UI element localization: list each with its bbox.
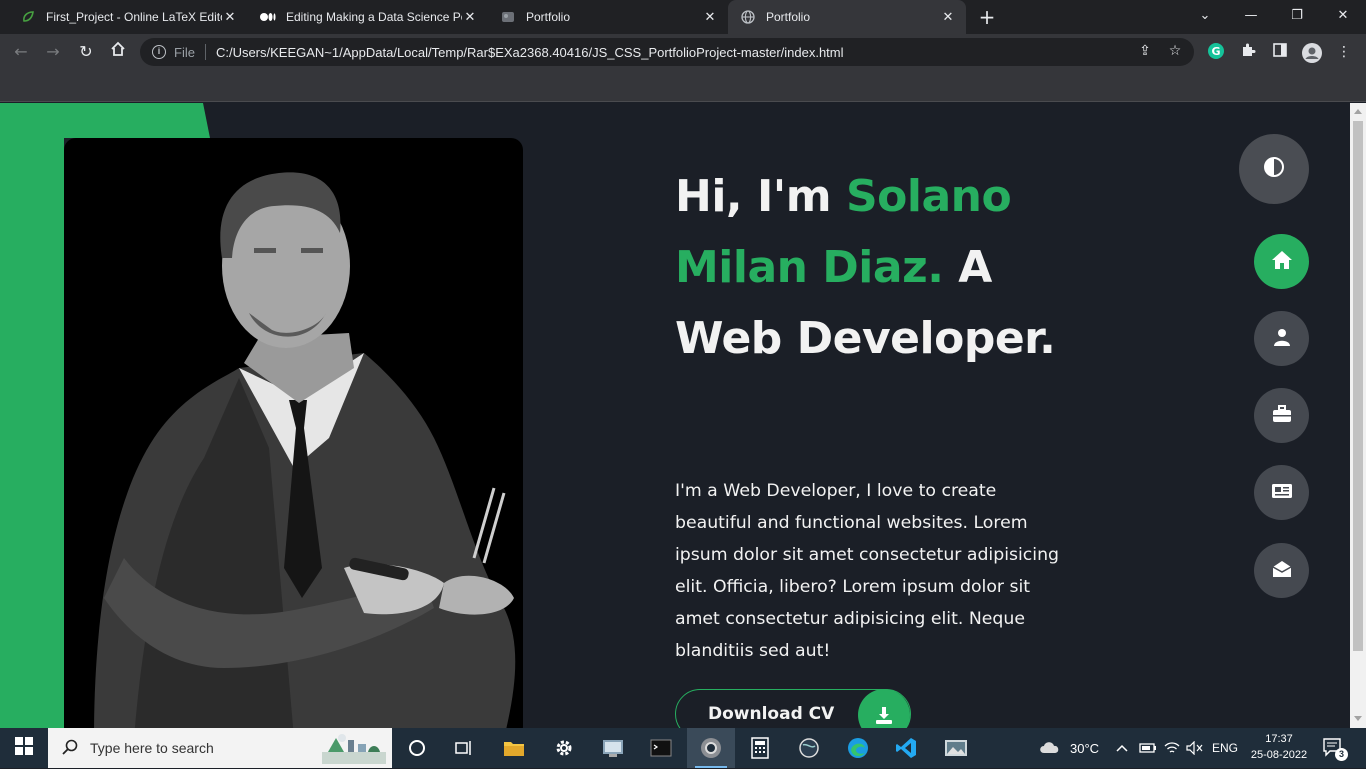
- globe-icon: [740, 9, 756, 25]
- bookmark-bar: [0, 70, 1366, 102]
- file-explorer-icon[interactable]: [490, 728, 538, 768]
- svg-text:G: G: [1211, 45, 1220, 58]
- tab-portfolio-1[interactable]: Portfolio ✕: [488, 0, 728, 34]
- scroll-down-arrow-icon[interactable]: [1354, 716, 1362, 721]
- weather-temperature: 30°C: [1070, 740, 1100, 756]
- nav-contact-button[interactable]: [1254, 543, 1309, 598]
- home-browser-icon[interactable]: [107, 41, 129, 63]
- battery-icon[interactable]: [1139, 728, 1157, 768]
- divider: [204, 44, 206, 60]
- scroll-up-arrow-icon[interactable]: [1354, 109, 1362, 114]
- chrome-taskbar-icon[interactable]: [687, 728, 735, 768]
- url-text[interactable]: C:/Users/KEEGAN~1/AppData/Local/Temp/Rar…: [216, 45, 1194, 60]
- medium-icon: [260, 9, 276, 25]
- wifi-icon[interactable]: [1164, 728, 1180, 768]
- volume-muted-icon[interactable]: [1186, 728, 1204, 768]
- download-icon: [858, 689, 910, 728]
- tab-title: Editing Making a Data Science Portfolio: [286, 10, 462, 24]
- bookmark-star-icon[interactable]: ☆: [1166, 42, 1184, 60]
- internet-globe-icon[interactable]: [785, 728, 833, 768]
- windows-taskbar: Type here to search 30°C ENG 17:37 25-08…: [0, 728, 1366, 768]
- close-tab-icon[interactable]: ✕: [222, 9, 238, 25]
- forward-arrow-icon[interactable]: →: [42, 41, 64, 63]
- close-window-icon[interactable]: ✕: [1332, 6, 1354, 26]
- portfolio-page: Hi, I'm Solano Milan Diaz. A Web Develop…: [0, 103, 1350, 728]
- cortana-icon[interactable]: [393, 728, 441, 768]
- scrollbar-thumb[interactable]: [1353, 121, 1363, 651]
- hero-greeting: Hi, I'm: [675, 171, 846, 222]
- new-tab-button[interactable]: +: [976, 6, 998, 28]
- task-view-icon[interactable]: [440, 728, 488, 768]
- scheme-label: File: [174, 44, 195, 60]
- briefcase-icon: [1272, 404, 1292, 427]
- kebab-menu-icon[interactable]: ⋮: [1334, 42, 1354, 62]
- page-scrollbar[interactable]: [1350, 103, 1366, 728]
- input-language-indicator[interactable]: ENG: [1212, 728, 1238, 768]
- close-tab-icon[interactable]: ✕: [940, 9, 956, 25]
- notification-count-badge: 3: [1335, 748, 1348, 761]
- back-arrow-icon[interactable]: ←: [10, 41, 32, 63]
- info-icon[interactable]: i: [152, 45, 166, 59]
- share-icon[interactable]: ⇪: [1136, 42, 1154, 60]
- vscode-icon[interactable]: [882, 728, 930, 768]
- control-panel-icon[interactable]: [589, 728, 637, 768]
- theme-toggle-button[interactable]: [1239, 134, 1309, 204]
- tab-search-chevron-icon[interactable]: ⌄: [1194, 6, 1216, 26]
- start-button[interactable]: [0, 728, 48, 768]
- overleaf-leaf-icon: [20, 9, 36, 25]
- tab-title: Portfolio: [526, 10, 571, 24]
- search-icon: [62, 739, 78, 758]
- newspaper-icon: [1271, 483, 1293, 503]
- nav-home-button[interactable]: [1254, 234, 1309, 289]
- tab-title: First_Project - Online LaTeX Editor: [46, 10, 222, 24]
- settings-gear-icon[interactable]: [540, 728, 588, 768]
- nav-portfolio-button[interactable]: [1254, 388, 1309, 443]
- minimize-icon[interactable]: —: [1240, 6, 1262, 26]
- home-icon: [1271, 250, 1293, 274]
- download-cv-button[interactable]: Download CV: [675, 689, 911, 728]
- profile-photo: [64, 138, 523, 728]
- browser-toolbar: ← → ↻ i File C:/Users/KEEGAN~1/AppData/L…: [0, 34, 1366, 70]
- system-clock[interactable]: 17:37 25-08-2022: [1244, 731, 1314, 763]
- tab-overleaf[interactable]: First_Project - Online LaTeX Editor ✕: [8, 0, 248, 34]
- tab-title: Portfolio: [766, 10, 811, 24]
- side-panel-icon[interactable]: [1270, 42, 1290, 62]
- hero-heading: Hi, I'm Solano Milan Diaz. A Web Develop…: [675, 161, 1075, 374]
- page-icon: [500, 9, 516, 25]
- grammarly-icon[interactable]: G: [1206, 42, 1226, 62]
- browser-tab-strip: First_Project - Online LaTeX Editor ✕ Ed…: [0, 0, 1366, 34]
- reload-icon[interactable]: ↻: [75, 41, 97, 63]
- tab-portfolio-active[interactable]: Portfolio ✕: [728, 0, 966, 34]
- restore-icon[interactable]: ❐: [1286, 6, 1308, 26]
- action-center-button[interactable]: 3: [1322, 728, 1348, 768]
- show-hidden-icons-chevron-icon[interactable]: [1115, 728, 1129, 768]
- clock-time: 17:37: [1265, 733, 1293, 745]
- user-icon: [1273, 328, 1291, 350]
- nav-blogs-button[interactable]: [1254, 465, 1309, 520]
- extensions-puzzle-icon[interactable]: [1238, 42, 1258, 62]
- weather-widget[interactable]: 30°C: [1038, 728, 1099, 768]
- envelope-open-icon: [1272, 560, 1292, 582]
- clock-date: 25-08-2022: [1250, 749, 1308, 761]
- nav-about-button[interactable]: [1254, 311, 1309, 366]
- windows-logo-icon: [15, 737, 33, 759]
- hero-description: I'm a Web Developer, I love to create be…: [675, 481, 1060, 661]
- photos-app-icon[interactable]: [932, 728, 980, 768]
- tab-medium[interactable]: Editing Making a Data Science Portfolio …: [248, 0, 488, 34]
- download-cv-label: Download CV: [708, 704, 835, 724]
- calculator-icon[interactable]: [736, 728, 784, 768]
- edge-browser-icon[interactable]: [834, 728, 882, 768]
- address-bar[interactable]: i File C:/Users/KEEGAN~1/AppData/Local/T…: [140, 38, 1194, 66]
- search-highlight-illustration-icon: [318, 730, 390, 769]
- language-label: ENG: [1212, 741, 1239, 755]
- profile-avatar-icon[interactable]: [1301, 42, 1322, 63]
- close-tab-icon[interactable]: ✕: [702, 9, 718, 25]
- command-prompt-icon[interactable]: [637, 728, 685, 768]
- close-tab-icon[interactable]: ✕: [462, 9, 478, 25]
- cloud-weather-icon: [1038, 738, 1062, 759]
- contrast-icon: [1263, 156, 1285, 182]
- search-placeholder: Type here to search: [90, 740, 214, 756]
- taskbar-search-box[interactable]: Type here to search: [48, 728, 392, 768]
